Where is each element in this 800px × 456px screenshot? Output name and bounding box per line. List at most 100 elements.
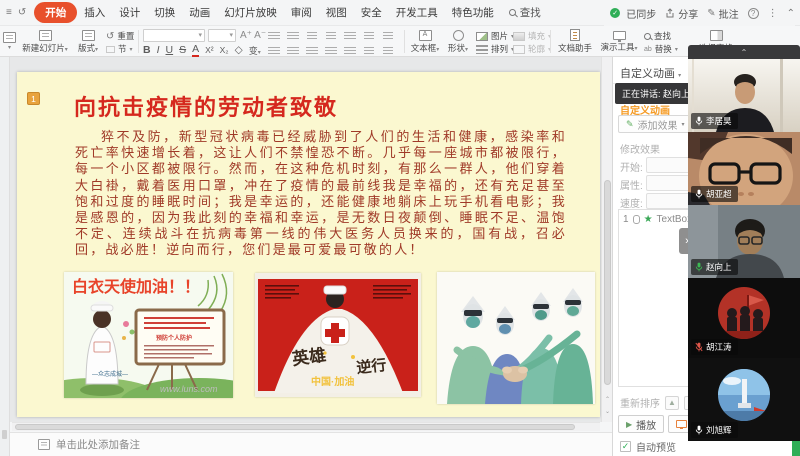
participant-video-4[interactable]: 胡江涛	[688, 278, 800, 358]
superscript-button[interactable]: X²	[205, 45, 214, 55]
more-options-icon[interactable]: ⋮	[768, 8, 778, 19]
slide-1[interactable]: 1 向抗击疫情的劳动者致敬 猝不及防，新型冠状病毒已经威胁到了人们的生活和健康，…	[17, 72, 600, 417]
ribbon-find-button[interactable]: 查找	[644, 30, 671, 42]
indent-icon[interactable]	[326, 32, 336, 41]
justify-icon[interactable]	[325, 47, 337, 56]
poster-hero-retrograde[interactable]: 英雄 逆行 中国·加油	[255, 273, 421, 397]
share-button[interactable]: 分享	[665, 6, 698, 21]
bold-button[interactable]: B	[143, 44, 151, 56]
participant-video-2[interactable]: 胡亚超	[688, 132, 800, 205]
doc-assistant-button[interactable]: 文档助手	[554, 27, 596, 56]
font-grow-shrink[interactable]: A⁺ A⁻	[240, 30, 266, 41]
poster1-watermark: www.luns.com	[160, 384, 218, 394]
section-button[interactable]: 节▾	[106, 43, 133, 55]
tab-security[interactable]: 安全	[354, 2, 389, 23]
tab-slideshow[interactable]: 幻灯片放映	[217, 2, 284, 23]
add-effect-pencil-icon: ✎	[626, 119, 634, 130]
poster-medics-drawing[interactable]	[437, 272, 595, 404]
play-button[interactable]: ▶ 播放	[618, 415, 664, 433]
reset-icon: ↺	[106, 31, 114, 42]
pane-title[interactable]: 自定义动画 ▾	[620, 65, 681, 81]
align-center-icon[interactable]	[287, 47, 299, 56]
slide-title[interactable]: 向抗击疫情的劳动者致敬	[74, 90, 338, 122]
horizontal-scrollbar[interactable]	[12, 422, 600, 431]
align-left-icon[interactable]	[268, 47, 280, 56]
italic-button[interactable]: I	[157, 44, 160, 56]
slide-body-text[interactable]: 猝不及防，新型冠状病毒已经威胁到了人们的生活和健康，感染率和死亡率快速增长着，这…	[75, 129, 567, 259]
paragraph-icons	[268, 30, 397, 58]
annotate-button[interactable]: ✎ 批注	[707, 6, 738, 21]
find-command[interactable]: 查找	[509, 5, 541, 20]
notes-bar[interactable]: 单击此处添加备注	[10, 432, 612, 456]
next-slide-button[interactable]: ⌄	[603, 407, 612, 416]
pencil-icon: ✎	[707, 8, 715, 19]
text-direction-icon[interactable]	[364, 32, 374, 41]
numbering2-icon[interactable]	[364, 47, 374, 56]
share-label: 分享	[678, 6, 698, 21]
panel-resize-handle[interactable]	[2, 430, 7, 439]
vertical-scroll-thumb[interactable]	[604, 180, 611, 385]
tab-view[interactable]: 视图	[319, 2, 354, 23]
font-color-button[interactable]: A	[192, 43, 199, 57]
meeting-collapse-bar[interactable]: ⌃	[688, 45, 800, 59]
slide-thumbnail-panel-collapsed[interactable]	[0, 57, 10, 456]
auto-preview-checkbox[interactable]: ✓ 自动预览	[620, 439, 676, 454]
add-effect-button[interactable]: ✎ 添加效果 ▾	[618, 115, 693, 133]
reset-button[interactable]: ↺ 重置	[106, 30, 134, 42]
fill-button[interactable]: 填充▾	[513, 30, 551, 42]
line-spacing-icon[interactable]	[344, 32, 356, 41]
tab-review[interactable]: 审阅	[284, 2, 319, 23]
tab-devtools[interactable]: 开发工具	[389, 2, 445, 23]
list-more-icon[interactable]	[383, 47, 393, 56]
clear-format-button[interactable]: ◇	[235, 44, 243, 56]
synced-status[interactable]: ✓ 已同步	[610, 6, 656, 21]
underline-button[interactable]: U	[166, 44, 174, 56]
outdent-icon[interactable]	[307, 32, 317, 41]
tab-insert[interactable]: 插入	[77, 2, 112, 23]
menu-icon[interactable]: ≡	[6, 7, 12, 18]
font-size-select[interactable]	[208, 29, 236, 42]
participant-video-1[interactable]: 李居昊	[688, 59, 800, 132]
new-slide-button[interactable]: 新建幻灯片▾	[19, 27, 71, 56]
picture-button[interactable]: 图片▾	[476, 30, 514, 42]
subscript-button[interactable]: X₂	[220, 45, 229, 55]
tab-design[interactable]: 设计	[112, 2, 147, 23]
strike-button[interactable]: S	[179, 44, 186, 56]
font-family-select[interactable]	[143, 29, 205, 42]
numbering-icon[interactable]	[287, 32, 299, 41]
move-up-button[interactable]: ▲	[665, 396, 679, 410]
paste-button[interactable]: ▾	[2, 27, 17, 56]
shape-button[interactable]: 形状▾	[444, 27, 472, 56]
new-slide-label: 新建幻灯片	[22, 43, 65, 53]
tab-transition[interactable]: 切换	[147, 2, 182, 23]
vertical-scrollbar[interactable]: ⌃ ⌄	[601, 57, 612, 422]
horizontal-scroll-thumb[interactable]	[15, 424, 575, 430]
align-right-icon[interactable]	[306, 47, 318, 56]
collapse-ribbon-icon[interactable]: ⌃	[787, 8, 795, 19]
mic-muted-icon	[695, 342, 703, 352]
participant-video-3[interactable]: 赵向上	[688, 205, 800, 278]
help-button[interactable]: ?	[748, 8, 759, 19]
columns-icon[interactable]	[383, 32, 393, 41]
participant-video-5[interactable]: 刘旭辉	[688, 358, 800, 441]
participant-2-name: 胡亚超	[706, 188, 732, 200]
doc-assistant-icon	[570, 29, 580, 41]
replace-button[interactable]: ab 替换▾	[644, 43, 678, 55]
present-tools-icon	[613, 31, 626, 40]
bullets-icon[interactable]	[268, 32, 280, 41]
layout-button[interactable]: 版式▾	[73, 27, 103, 56]
tab-special-features[interactable]: 特色功能	[445, 2, 501, 23]
tab-animation[interactable]: 动画	[182, 2, 217, 23]
textbox-button[interactable]: A 文本框▾	[408, 27, 442, 56]
arrange-button[interactable]: 排列▾	[476, 43, 514, 55]
previous-slide-button[interactable]: ⌃	[603, 395, 612, 404]
mic-on-icon	[695, 425, 703, 435]
fill-label: 填充	[528, 30, 545, 42]
text-effect-button[interactable]: 变▾	[249, 44, 261, 57]
outline-button[interactable]: 轮廓▾	[513, 43, 551, 55]
present-tools-button[interactable]: 演示工具▾	[598, 27, 640, 56]
distribute-icon[interactable]	[344, 47, 356, 56]
tab-home[interactable]: 开始	[34, 2, 77, 23]
undo-icon[interactable]: ↺	[18, 7, 26, 18]
poster-angel-in-white[interactable]: 白衣天使加油！！ 预防个人防护 —众志成城—	[64, 272, 233, 398]
